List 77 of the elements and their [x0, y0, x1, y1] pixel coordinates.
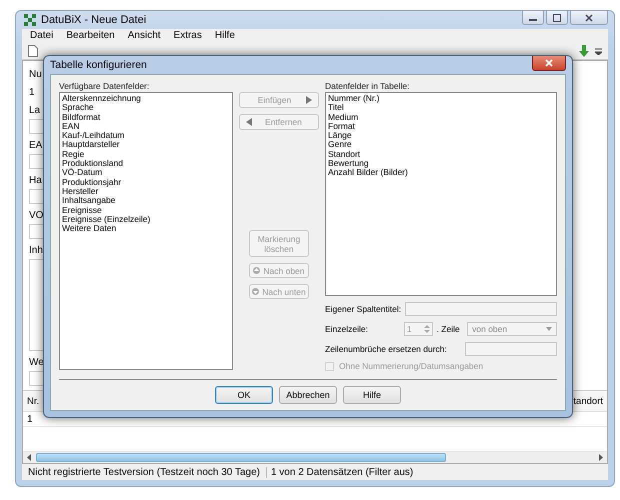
field-label: We — [29, 357, 44, 369]
scrollbar-thumb[interactable] — [36, 453, 446, 462]
close-button[interactable] — [570, 11, 608, 25]
field-label: Inh — [29, 245, 43, 257]
list-box[interactable]: Nummer (Nr.) Titel Medium Format Länge Genre Standort Bewertung Anzahl Bilder (Bilder) — [325, 92, 557, 296]
menu-item[interactable]: Bearbeiten — [66, 30, 115, 42]
field-label: Nu — [29, 69, 42, 81]
input-field[interactable] — [405, 302, 557, 316]
spinner-arrows-icon — [422, 323, 431, 335]
list-item[interactable]: Regie — [62, 150, 230, 160]
input-field[interactable] — [465, 342, 557, 356]
list-item[interactable]: Medium — [328, 112, 554, 122]
scroll-right-icon[interactable] — [596, 453, 605, 462]
column-header[interactable]: tandort — [573, 396, 603, 406]
field-label: Zeilenumbrüche ersetzen durch: — [325, 344, 448, 354]
menu-item[interactable]: Ansicht — [128, 30, 161, 42]
list-item[interactable]: Standort — [328, 150, 554, 160]
arrow-down-icon[interactable] — [579, 45, 589, 57]
list-item[interactable]: Titel — [328, 103, 554, 113]
minimize-button[interactable] — [522, 11, 544, 25]
field-label: Einzelzeile: — [325, 324, 369, 334]
maximize-icon — [553, 14, 561, 22]
list-item[interactable]: Bildformat — [62, 112, 230, 122]
list-item[interactable]: Hersteller — [62, 186, 230, 196]
arrow-left-icon — [246, 118, 252, 126]
list-label: Datenfelder in Tabelle: — [325, 81, 410, 92]
field-label: EA — [29, 140, 42, 152]
list-item[interactable]: EAN — [62, 122, 230, 132]
grid-logo-icon — [24, 14, 36, 26]
list-item[interactable]: Hauptdarsteller — [62, 140, 230, 150]
menu-item[interactable]: Extras — [174, 30, 202, 42]
close-button[interactable] — [532, 56, 566, 71]
dialog-button[interactable]: Abbrechen — [279, 386, 337, 404]
document-icon[interactable] — [28, 45, 38, 57]
list-item[interactable]: Ereignisse (Einzelzeile) — [62, 214, 230, 224]
list-item[interactable]: Produktionsjahr — [62, 178, 230, 187]
list-label: Verfügbare Datenfelder: — [59, 81, 150, 92]
field-label: . Zeile — [436, 324, 461, 334]
list-item[interactable]: Weitere Daten — [62, 224, 230, 234]
list-item[interactable]: Länge — [328, 131, 554, 140]
dialog-button[interactable]: OK — [215, 386, 273, 404]
window-title: DatuBiX - Neue Datei — [41, 14, 146, 26]
dialog-button[interactable]: Hilfe — [343, 386, 401, 404]
menu-item[interactable]: Hilfe — [214, 30, 235, 42]
column-header[interactable]: Nr. — [27, 396, 40, 406]
field-label: VO — [29, 210, 44, 222]
arrow-up-icon — [253, 267, 260, 274]
close-icon — [585, 14, 593, 22]
list-item[interactable]: VÖ-Datum — [62, 168, 230, 178]
field-value: 1 — [29, 87, 35, 99]
list-item[interactable]: Genre — [328, 140, 554, 150]
list-item[interactable]: Alterskennzeichnung — [62, 94, 230, 104]
list-item[interactable]: Produktionsland — [62, 159, 230, 168]
field-label: La — [29, 105, 40, 117]
status-text: Nicht registrierte Testversion (Testzeit noch 30 Tage) — [28, 466, 260, 478]
list-item[interactable]: Anzahl Bilder (Bilder) — [328, 168, 554, 178]
caret-icon — [546, 327, 552, 331]
scroll-left-icon[interactable] — [25, 453, 34, 462]
status-text: 1 von 2 Datensätzen (Filter aus) — [266, 466, 414, 478]
table-cell: 1 — [27, 414, 33, 424]
list-item[interactable]: Ereignisse — [62, 206, 230, 215]
chevron-icon[interactable] — [595, 47, 602, 55]
menu-item[interactable]: Datei — [30, 30, 54, 42]
maximize-button[interactable] — [546, 11, 568, 25]
dialog-title: Tabelle konfigurieren — [50, 59, 147, 71]
close-icon — [545, 59, 553, 67]
arrow-right-icon — [306, 96, 312, 104]
list-item[interactable]: Format — [328, 122, 554, 132]
list-item[interactable]: Nummer (Nr.) — [328, 94, 554, 104]
list-item[interactable]: Bewertung — [328, 159, 554, 168]
field-label: Ha — [29, 175, 42, 187]
list-item[interactable]: Kauf-/Leihdatum — [62, 131, 230, 140]
list-item[interactable]: Inhaltsangabe — [62, 196, 230, 206]
list-item[interactable]: Sprache — [62, 103, 230, 113]
arrow-down-icon — [252, 288, 260, 295]
list-box[interactable]: Alterskennzeichnung Sprache Bildformat EAN Kauf-/Leihdatum Hauptdarsteller Regie Produktionsland VÖ-Datum Produktionsjahr Hersteller Inhaltsangabe Ereignisse Ereignisse (Einzelzeile) Weitere Daten — [59, 92, 233, 370]
field-label: Eigener Spaltentitel: — [325, 304, 402, 314]
